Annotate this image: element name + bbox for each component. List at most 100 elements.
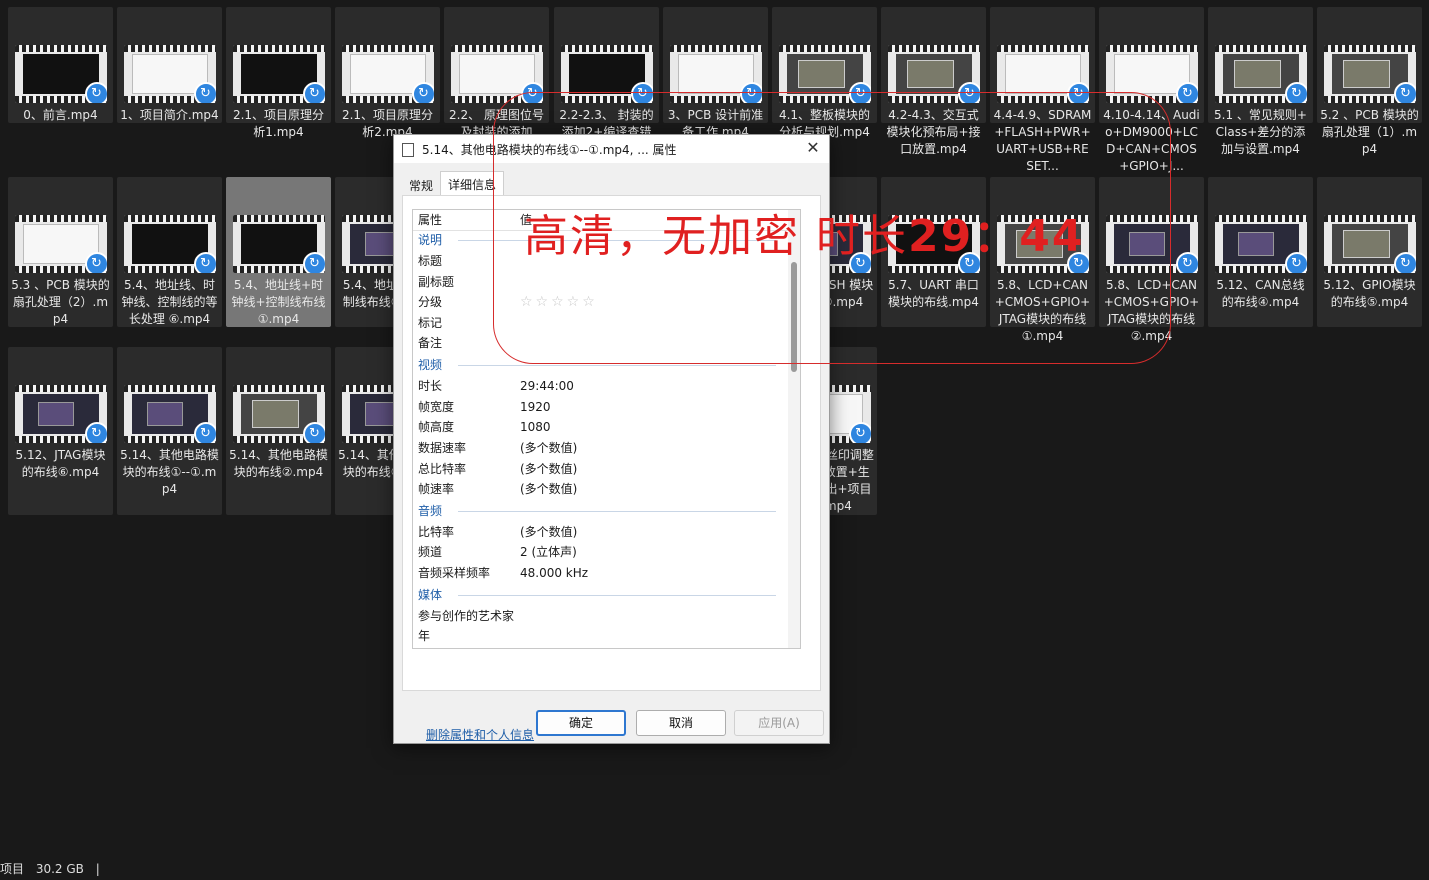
player-badge-icon: ↻ — [302, 252, 325, 273]
row-key: 帧宽度 — [418, 400, 455, 414]
player-badge-icon: ↻ — [739, 82, 762, 103]
video-thumbnail: ↻ — [123, 385, 216, 443]
dialog-title-bar[interactable]: 5.14、其他电路模块的布线①--①.mp4, ... 属性 ✕ — [394, 135, 829, 163]
row-audio-bitrate[interactable]: 比特率 (多个数值) — [418, 522, 778, 542]
remove-properties-link[interactable]: 删除属性和个人信息 — [426, 726, 534, 743]
file-tile[interactable]: ↻ 5.12、CAN总线的布线④.mp4 — [1208, 177, 1313, 327]
player-badge-icon: ↻ — [1284, 82, 1307, 103]
file-tile[interactable]: ↻ 5.3 、PCB 模块的扇孔处理（2）.mp4 — [8, 177, 113, 327]
player-badge-icon: ↻ — [193, 252, 216, 273]
section-audio-label: 音频 — [418, 504, 443, 518]
video-thumbnail: ↻ — [1214, 45, 1307, 103]
film-strip — [232, 215, 325, 222]
file-tile[interactable]: ↻ 2.1、项目原理分析2.mp4 — [335, 7, 440, 139]
film-strip — [1214, 215, 1307, 222]
file-tile[interactable]: ↻ 5.4、地址线+时钟线+控制线布线①.mp4 — [226, 177, 331, 327]
row-total-bitrate[interactable]: 总比特率 (多个数值) — [418, 459, 778, 479]
video-thumbnail: ↻ — [669, 45, 762, 103]
file-icon — [402, 143, 414, 157]
ok-button[interactable]: 确定 — [536, 710, 626, 736]
file-tile[interactable]: ↻ 4.4-4.9、SDRAM+FLASH+PWR+UART+USB+RESET.… — [990, 7, 1095, 173]
file-tile[interactable]: ↻ 5.14、其他电路模块的布线①--①.mp4 — [117, 347, 222, 515]
file-tile[interactable]: ↻ 5.12、GPIO模块的布线⑤.mp4 — [1317, 177, 1422, 327]
row-value: (多个数值) — [520, 482, 578, 496]
file-tile[interactable]: ↻ 5.12、JTAG模块的布线⑥.mp4 — [8, 347, 113, 515]
film-strip — [232, 45, 325, 52]
video-thumbnail: ↻ — [1105, 215, 1198, 273]
row-key: 年 — [418, 629, 431, 643]
video-thumbnail: ↻ — [996, 45, 1089, 103]
film-strip — [14, 215, 107, 222]
row-data-rate[interactable]: 数据速率 (多个数值) — [418, 438, 778, 458]
video-thumbnail: ↻ — [778, 45, 871, 103]
tab-details[interactable]: 详细信息 — [440, 171, 505, 197]
row-frame-rate[interactable]: 帧速率 (多个数值) — [418, 479, 778, 499]
video-thumbnail: ↻ — [1323, 215, 1416, 273]
scroll-thumb[interactable] — [791, 262, 797, 372]
row-duration[interactable]: 时长 29:44:00 — [418, 376, 778, 396]
row-sample-rate[interactable]: 音频采样频率 48.000 kHz — [418, 563, 778, 583]
video-thumbnail: ↻ — [560, 45, 653, 103]
player-badge-icon: ↻ — [1393, 252, 1416, 273]
file-tile[interactable]: ↻ 5.8、LCD+CAN+CMOS+GPIO+JTAG模块的布线②.mp4 — [1099, 177, 1204, 343]
file-tile[interactable]: ↻ 1、项目简介.mp4 — [117, 7, 222, 123]
file-tile[interactable]: ↻ 3、PCB 设计前准备工作.mp4 — [663, 7, 768, 139]
row-tags[interactable]: 标记 — [418, 313, 778, 333]
rating-stars[interactable]: ☆☆☆☆☆ — [520, 292, 598, 312]
video-thumbnail: ↻ — [1323, 45, 1416, 103]
apply-button[interactable]: 应用(A) — [734, 710, 824, 736]
dialog-title: 5.14、其他电路模块的布线①--①.mp4, ... 属性 — [422, 143, 677, 157]
file-tile[interactable]: ↻ 4.1、整板模块的分析与规划.mp4 — [772, 7, 877, 139]
file-tile[interactable]: ↻ 2.2、 原理图位号及封装的添加 — [444, 7, 549, 139]
row-year[interactable]: 年 — [418, 626, 778, 646]
cancel-button[interactable]: 取消 — [636, 710, 726, 736]
file-tile[interactable]: ↻ 2.2-2.3、 封装的添加2+编译查错 — [554, 7, 659, 139]
file-name: 4.10-4.14、Audio+DM9000+LCD+CAN+CMOS+GPIO… — [1103, 108, 1200, 173]
close-icon[interactable]: ✕ — [803, 138, 823, 158]
film-strip — [560, 45, 653, 52]
file-tile[interactable]: ↻ 4.2-4.3、交互式模块化预布局+接口放置.mp4 — [881, 7, 986, 156]
list-scrollbar[interactable] — [788, 210, 800, 648]
row-value: (多个数值) — [520, 462, 578, 476]
file-tile[interactable]: ↻ 5.1 、常见规则+Class+差分的添加与设置.mp4 — [1208, 7, 1313, 156]
player-badge-icon: ↻ — [84, 82, 107, 103]
annotation-caption: 高清，无加密 时长 — [524, 211, 908, 262]
property-list[interactable]: 属性 值 说明 标题 副标题 分级 ☆☆☆☆☆ 标记 备注 视频 时长 29:44:… — [412, 209, 801, 649]
file-name: 5.8、LCD+CAN+CMOS+GPIO+JTAG模块的布线②.mp4 — [1103, 278, 1200, 343]
file-tile[interactable]: ↻ 5.4、地址线、时钟线、控制线的等长处理 ⑥.mp4 — [117, 177, 222, 327]
player-badge-icon: ↻ — [193, 82, 216, 103]
file-name: 4.4-4.9、SDRAM+FLASH+PWR+UART+USB+RESET..… — [993, 108, 1092, 173]
row-subtitle[interactable]: 副标题 — [418, 272, 778, 292]
film-strip — [1323, 215, 1416, 222]
file-tile[interactable]: ↻ 4.10-4.14、Audio+DM9000+LCD+CAN+CMOS+GPI… — [1099, 7, 1204, 173]
file-tile[interactable]: ↻ 5.2 、PCB 模块的扇孔处理（1）.mp4 — [1317, 7, 1422, 156]
section-video-label: 视频 — [418, 358, 443, 372]
row-channels[interactable]: 频道 2 (立体声) — [418, 542, 778, 562]
row-comments[interactable]: 备注 — [418, 333, 778, 353]
file-tile[interactable]: ↻ 5.14、其他电路模块的布线②.mp4 — [226, 347, 331, 515]
tab-general[interactable]: 常规 — [402, 173, 440, 197]
player-badge-icon: ↻ — [193, 422, 216, 443]
row-frame-height[interactable]: 帧高度 1080 — [418, 417, 778, 437]
row-value: (多个数值) — [520, 441, 578, 455]
details-panel: 属性 值 说明 标题 副标题 分级 ☆☆☆☆☆ 标记 备注 视频 时长 29:44:… — [402, 195, 821, 742]
player-badge-icon: ↻ — [848, 422, 871, 443]
total-size: 30.2 GB — [35, 862, 84, 876]
file-name: 2.1、项目原理分析1.mp4 — [232, 108, 325, 139]
file-tile[interactable]: ↻ 2.1、项目原理分析1.mp4 — [226, 7, 331, 139]
file-name: 5.14、其他电路模块的布线②.mp4 — [229, 448, 328, 479]
section-video: 视频 — [418, 355, 776, 375]
file-name: 5.7、UART 串口模块的布线.mp4 — [888, 278, 979, 309]
file-name: 0、前言.mp4 — [23, 108, 98, 122]
film-strip — [14, 385, 107, 392]
film-strip — [1323, 45, 1416, 52]
row-artist[interactable]: 参与创作的艺术家 — [418, 606, 778, 626]
row-key: 分级 — [418, 295, 443, 309]
row-frame-width[interactable]: 帧宽度 1920 — [418, 397, 778, 417]
film-strip — [778, 45, 871, 52]
file-tile[interactable]: ↻ 0、前言.mp4 — [8, 7, 113, 123]
row-rating[interactable]: 分级 ☆☆☆☆☆ — [418, 292, 778, 312]
player-badge-icon: ↻ — [1175, 252, 1198, 273]
film-strip — [123, 45, 216, 52]
column-property[interactable]: 属性 — [418, 210, 442, 230]
